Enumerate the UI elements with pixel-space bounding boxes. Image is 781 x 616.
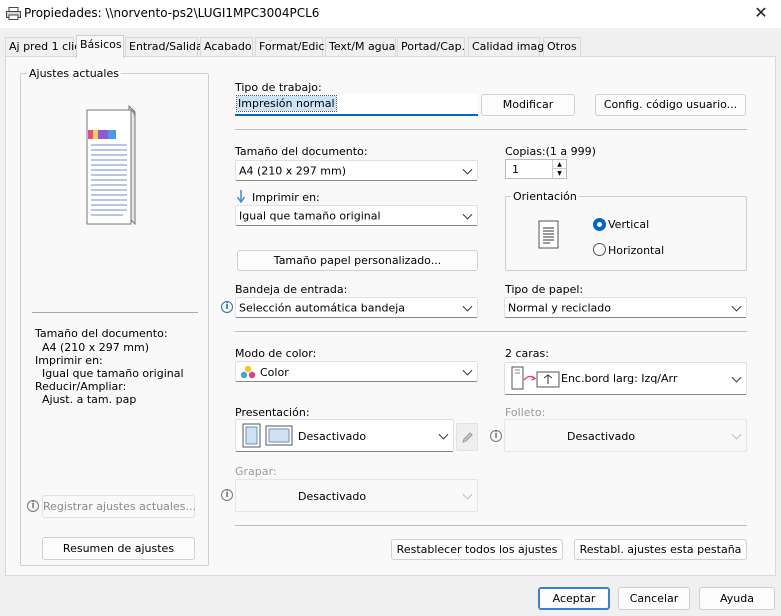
chevron-down-icon xyxy=(731,301,742,312)
copies-spinner[interactable]: 1 ▲ ▼ xyxy=(505,159,567,179)
document-size-value: A4 (210 x 297 mm) xyxy=(239,164,347,177)
spin-up-icon[interactable]: ▲ xyxy=(552,160,566,169)
window-title: Propiedades: \\norvento-ps2\LUGI1MPC3004… xyxy=(24,6,320,20)
print-on-value: Igual que tamaño original xyxy=(239,209,381,222)
summary-print-on-label: Imprimir en: xyxy=(35,354,103,367)
chevron-down-icon xyxy=(462,365,473,376)
chevron-down-icon xyxy=(462,164,473,175)
tab-entrada-salida[interactable]: Entrad/Salida xyxy=(125,37,203,57)
close-icon[interactable]: ✕ xyxy=(746,3,776,25)
chevron-down-icon xyxy=(731,372,742,383)
booklet-info-icon[interactable]: i xyxy=(490,430,502,442)
tab-strip: Aj pred 1 clic Básicos Entrad/Salida Aca… xyxy=(0,35,781,58)
job-type-label: Tipo de trabajo: xyxy=(235,81,322,94)
reset-all-button[interactable]: Restablecer todos los ajustes xyxy=(391,539,563,560)
summary-divider xyxy=(32,312,198,313)
orientation-title: Orientación xyxy=(511,190,579,203)
chevron-down-icon xyxy=(462,489,473,500)
section-divider-2 xyxy=(235,331,747,332)
summary-print-on-value: Igual que tamaño original xyxy=(42,367,184,380)
chevron-down-icon xyxy=(731,429,742,440)
tab-acabado[interactable]: Acabado xyxy=(200,37,253,57)
paper-type-value: Normal y reciclado xyxy=(508,301,612,314)
cancel-button[interactable]: Cancelar xyxy=(618,587,690,610)
input-tray-label: Bandeja de entrada: xyxy=(235,283,348,296)
tab-otros[interactable]: Otros xyxy=(543,37,581,57)
section-divider-1 xyxy=(235,129,747,130)
duplex-value: Enc.bord larg: Izq/Arr xyxy=(561,372,678,385)
chevron-down-icon xyxy=(462,301,473,312)
color-dots-icon xyxy=(240,365,256,379)
chevron-down-icon xyxy=(438,429,449,440)
tab-texto-marca-agua[interactable]: Text/M agua xyxy=(325,37,396,57)
summary-doc-size-value: A4 (210 x 297 mm) xyxy=(42,341,150,354)
color-mode-select[interactable]: Color xyxy=(235,361,478,382)
tab-format-edic[interactable]: Format/Edic xyxy=(255,37,325,57)
staple-select[interactable]: Desactivado xyxy=(235,479,478,512)
register-info-icon: i xyxy=(27,500,39,512)
staple-value: Desactivado xyxy=(298,490,367,503)
document-size-select[interactable]: A4 (210 x 297 mm) xyxy=(235,160,478,181)
modify-button[interactable]: Modificar xyxy=(481,94,575,116)
booklet-value: Desactivado xyxy=(567,430,636,443)
input-tray-value: Selección automática bandeja xyxy=(239,301,406,314)
pencil-icon xyxy=(462,432,473,443)
tab-portada[interactable]: Portad/Cap. xyxy=(397,37,465,57)
tab-calidad-imagen[interactable]: Calidad imag. xyxy=(468,37,548,57)
duplex-long-edge-icon xyxy=(511,366,560,390)
arrow-down-icon xyxy=(237,190,245,203)
color-mode-value: Color xyxy=(260,366,289,379)
spin-down-icon[interactable]: ▼ xyxy=(552,169,566,178)
summary-reduce-enlarge-label: Reducir/Ampliar: xyxy=(35,380,127,393)
custom-paper-size-button[interactable]: Tamaño papel personalizado... xyxy=(237,250,478,271)
title-bar: Propiedades: \\norvento-ps2\LUGI1MPC3004… xyxy=(0,0,781,28)
orientation-vertical-label: Vertical xyxy=(608,218,650,231)
duplex-label: 2 caras: xyxy=(505,347,549,360)
staple-info-icon[interactable]: i xyxy=(221,489,233,501)
accept-button[interactable]: Aceptar xyxy=(538,587,610,610)
tab-one-click[interactable]: Aj pred 1 clic xyxy=(5,37,80,57)
duplex-select[interactable]: Enc.bord larg: Izq/Arr xyxy=(504,362,747,395)
input-tray-info-icon[interactable]: i xyxy=(221,301,233,313)
document-size-label: Tamaño del documento: xyxy=(235,145,368,158)
tab-basicos[interactable]: Básicos xyxy=(76,35,124,58)
layout-value: Desactivado xyxy=(298,430,367,443)
user-code-config-button[interactable]: Config. código usuario... xyxy=(595,94,746,116)
section-divider-3 xyxy=(235,525,747,526)
orientation-horizontal-label: Horizontal xyxy=(608,244,665,257)
paper-type-label: Tipo de papel: xyxy=(505,283,584,296)
reset-tab-button[interactable]: Restabl. ajustes esta pestaña xyxy=(574,539,747,560)
job-type-combo[interactable]: Impresión normal xyxy=(235,94,478,116)
settings-summary-button[interactable]: Resumen de ajustes xyxy=(42,537,195,560)
booklet-label: Folleto: xyxy=(505,406,546,419)
printer-icon xyxy=(6,7,21,20)
portrait-page-icon xyxy=(538,220,559,249)
print-on-select[interactable]: Igual que tamaño original xyxy=(235,205,478,226)
chevron-down-icon xyxy=(462,209,473,220)
layout-select[interactable]: Desactivado xyxy=(235,419,454,452)
booklet-select[interactable]: Desactivado xyxy=(504,419,747,452)
copies-label: Copias:(1 a 999) xyxy=(505,145,596,158)
summary-doc-size-label: Tamaño del documento: xyxy=(35,327,168,340)
color-mode-label: Modo de color: xyxy=(235,347,317,360)
orientation-horizontal-radio[interactable] xyxy=(593,243,606,256)
layout-pages-icon xyxy=(242,423,293,448)
register-settings-button[interactable]: Registrar ajustes actuales... xyxy=(42,495,196,518)
input-tray-select[interactable]: Selección automática bandeja xyxy=(235,297,478,318)
layout-edit-button[interactable] xyxy=(456,423,478,451)
layout-label: Presentación: xyxy=(235,406,310,419)
copies-value: 1 xyxy=(512,163,519,176)
paper-type-select[interactable]: Normal y reciclado xyxy=(504,297,747,318)
document-preview-icon xyxy=(86,104,136,226)
summary-reduce-enlarge-value: Ajust. a tam. pap xyxy=(42,393,137,406)
current-settings-title: Ajustes actuales xyxy=(27,67,121,80)
job-type-value: Impresión normal xyxy=(236,95,337,112)
staple-label: Grapar: xyxy=(235,465,277,478)
orientation-vertical-radio[interactable] xyxy=(593,218,606,231)
help-button[interactable]: Ayuda xyxy=(699,587,775,610)
print-on-label: Imprimir en: xyxy=(252,191,320,204)
